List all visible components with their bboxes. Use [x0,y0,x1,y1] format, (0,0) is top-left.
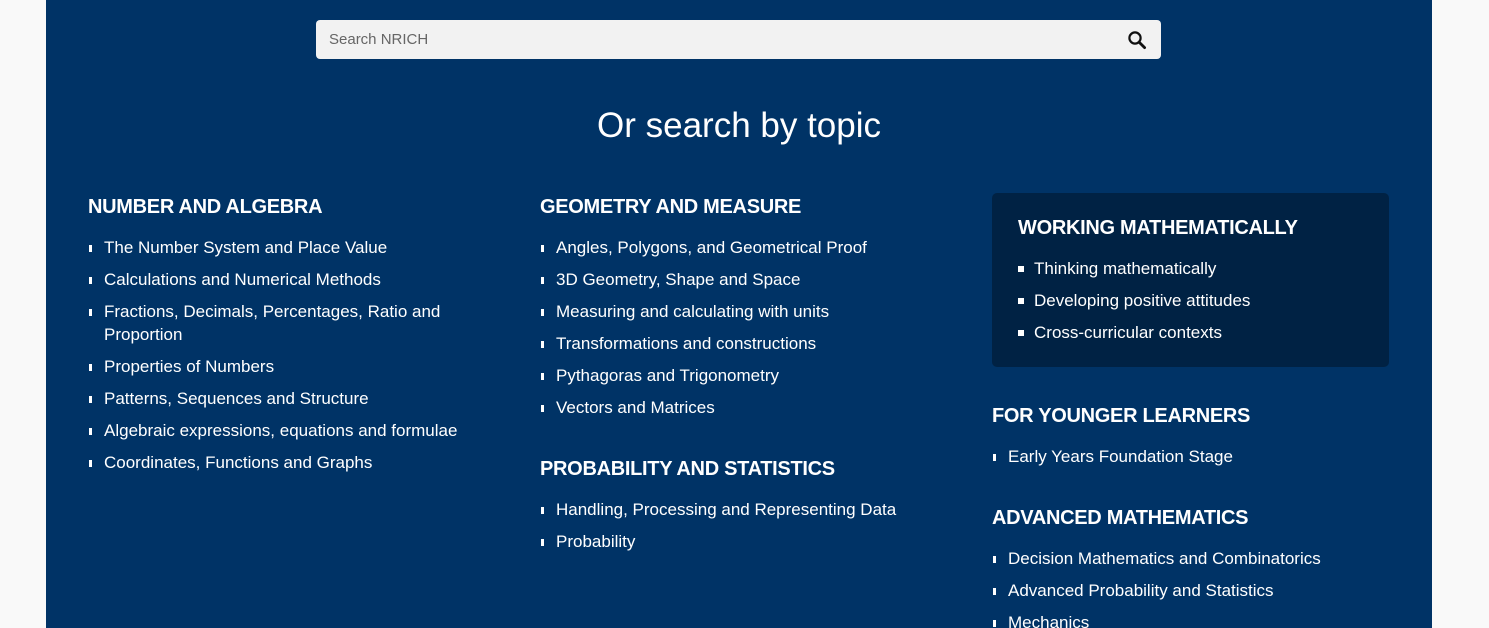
topic-list-working: Thinking mathematically Developing positi… [1018,257,1378,344]
topic-link[interactable]: 3D Geometry, Shape and Space [556,270,800,289]
topic-link[interactable]: Coordinates, Functions and Graphs [104,453,372,472]
topic-list-item: Early Years Foundation Stage [992,445,1392,468]
search-button[interactable] [1125,28,1149,52]
group-title-advanced: ADVANCED MATHEMATICS [992,507,1249,529]
topic-list-item: Calculations and Numerical Methods [88,268,488,291]
group-title-geometry: GEOMETRY AND MEASURE [540,196,802,218]
group-younger: FOR YOUNGER LEARNERS Early Years Foundat… [992,403,1392,477]
topic-link[interactable]: Transformations and constructions [556,334,816,353]
topic-link[interactable]: Pythagoras and Trigonometry [556,366,779,385]
topic-link[interactable]: Properties of Numbers [104,357,274,376]
topic-list-item: Advanced Probability and Statistics [992,579,1392,602]
topic-list-item: Decision Mathematics and Combinatorics [992,547,1392,570]
topic-list-item: Coordinates, Functions and Graphs [88,451,488,474]
topic-list-advanced: Decision Mathematics and Combinatorics Ad… [992,547,1392,628]
topic-link[interactable]: Developing positive attitudes [1034,291,1250,310]
topic-link[interactable]: Calculations and Numerical Methods [104,270,381,289]
group-geometry: GEOMETRY AND MEASURE Angles, Polygons, a… [540,194,960,428]
search-input[interactable] [316,20,1106,59]
topic-list-item: Patterns, Sequences and Structure [88,387,488,410]
topic-list-item: Pythagoras and Trigonometry [540,364,960,387]
topic-list-item: Vectors and Matrices [540,396,960,419]
topic-link[interactable]: Angles, Polygons, and Geometrical Proof [556,238,867,257]
topic-list-item: Thinking mathematically [1018,257,1378,280]
search-icon [1128,31,1147,50]
group-working: WORKING MATHEMATICALLY Thinking mathemat… [1018,215,1378,353]
topic-list-item: Properties of Numbers [88,355,488,378]
topic-link[interactable]: Vectors and Matrices [556,398,715,417]
search-bar [316,20,1161,59]
topic-link[interactable]: Cross-curricular contexts [1034,323,1222,342]
group-advanced: ADVANCED MATHEMATICS Decision Mathematic… [992,505,1392,628]
topic-list-item: Cross-curricular contexts [1018,321,1378,344]
topic-list-item: Angles, Polygons, and Geometrical Proof [540,236,960,259]
group-title-probability: PROBABILITY AND STATISTICS [540,458,835,480]
topic-list-number-algebra: The Number System and Place Value Calcula… [88,236,488,474]
topic-list-item: Handling, Processing and Representing Da… [540,498,960,521]
topic-list-item: The Number System and Place Value [88,236,488,259]
topic-link[interactable]: The Number System and Place Value [104,238,387,257]
group-title-younger: FOR YOUNGER LEARNERS [992,405,1251,427]
topic-list-younger: Early Years Foundation Stage [992,445,1392,468]
working-mathematically-box: WORKING MATHEMATICALLY Thinking mathemat… [992,193,1389,367]
topic-link[interactable]: Decision Mathematics and Combinatorics [1008,549,1321,568]
topic-list-item: Probability [540,530,960,553]
topic-list-item: Fractions, Decimals, Percentages, Ratio … [88,300,488,346]
topic-link[interactable]: Probability [556,532,635,551]
group-title-working: WORKING MATHEMATICALLY [1018,217,1298,239]
topic-link[interactable]: Early Years Foundation Stage [1008,447,1233,466]
group-probability: PROBABILITY AND STATISTICS Handling, Pro… [540,456,960,562]
topic-search-panel: Or search by topic NUMBER AND ALGEBRA Th… [46,0,1432,628]
page-title: Or search by topic [597,106,881,145]
group-title-number-algebra: NUMBER AND ALGEBRA [88,196,323,218]
topic-list-probability: Handling, Processing and Representing Da… [540,498,960,553]
topic-link[interactable]: Handling, Processing and Representing Da… [556,500,896,519]
topic-list-item: Measuring and calculating with units [540,300,960,323]
topic-list-item: Developing positive attitudes [1018,289,1378,312]
topic-link[interactable]: Measuring and calculating with units [556,302,829,321]
topic-list-item: Algebraic expressions, equations and for… [88,419,488,442]
topic-list-item: Transformations and constructions [540,332,960,355]
topic-link[interactable]: Mechanics [1008,613,1089,628]
topic-link[interactable]: Algebraic expressions, equations and for… [104,421,457,440]
topic-link[interactable]: Patterns, Sequences and Structure [104,389,369,408]
topic-link[interactable]: Advanced Probability and Statistics [1008,581,1274,600]
group-number-algebra: NUMBER AND ALGEBRA The Number System and… [88,194,488,483]
topic-list-item: Mechanics [992,611,1392,628]
topic-list-geometry: Angles, Polygons, and Geometrical Proof 3… [540,236,960,419]
topic-link[interactable]: Fractions, Decimals, Percentages, Ratio … [104,302,440,344]
topic-list-item: 3D Geometry, Shape and Space [540,268,960,291]
topic-link[interactable]: Thinking mathematically [1034,259,1216,278]
